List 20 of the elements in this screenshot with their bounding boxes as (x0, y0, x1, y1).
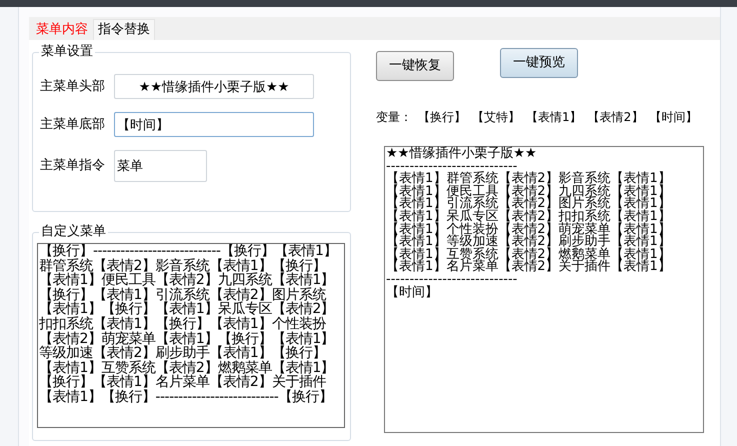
text-field[interactable]: 【时间】 (114, 112, 314, 137)
variable-token: 【表情1】 (526, 109, 582, 126)
variable-token: 【时间】 (649, 109, 698, 126)
preview-line: ★★惜缘插件小栗子版★★ (386, 148, 538, 161)
variable-token: 【艾特】 (472, 109, 520, 126)
action-button[interactable]: 一键恢复 (376, 51, 454, 81)
preview-line: 【表情1】名片菜单【表情2】关于插件【表情1】 (386, 261, 672, 274)
group-title: 菜单设置 (39, 44, 95, 60)
variables-label: 变量： (376, 109, 412, 126)
field-label: 主菜单指令 (40, 157, 106, 176)
field-label: 主菜单底部 (40, 116, 106, 134)
text-field[interactable]: 菜单 (114, 150, 207, 182)
variable-token: 【表情2】 (588, 109, 644, 126)
field-label: 主菜单头部 (40, 78, 106, 96)
text-field[interactable]: ★★惜缘插件小栗子版★★ (114, 74, 314, 99)
group-title: 自定义菜单 (39, 224, 108, 240)
variable-token: 【换行】 (418, 109, 466, 126)
tab[interactable]: 指令替换 (93, 19, 155, 40)
action-button[interactable]: 一键预览 (500, 48, 578, 78)
preview-line: 【时间】 (386, 286, 439, 300)
